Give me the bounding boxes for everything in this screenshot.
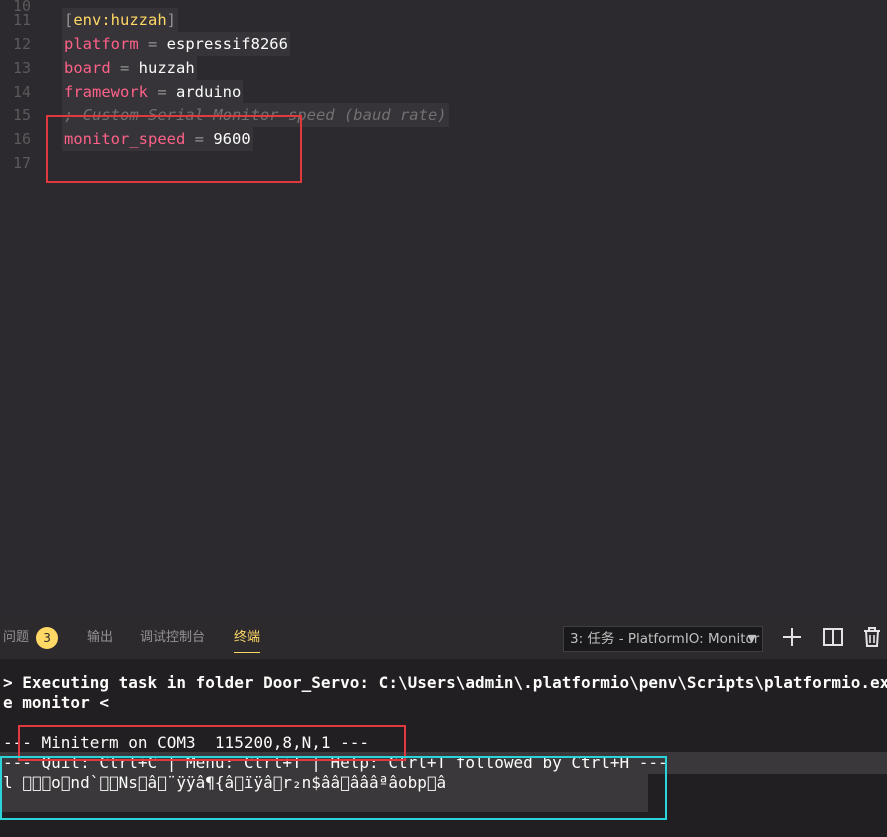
- code-token: espressif8266: [166, 35, 288, 53]
- trash-icon[interactable]: [860, 625, 884, 649]
- problems-count-badge: 3: [36, 626, 59, 649]
- highlight-box-monitor-speed: [46, 115, 302, 183]
- tab-label: 问题: [3, 630, 30, 645]
- chevron-down-icon: ▼: [747, 632, 756, 645]
- split-icon[interactable]: [821, 625, 845, 649]
- code-token: [: [64, 11, 74, 29]
- editor-line: 12 platform = espressif8266: [0, 32, 887, 56]
- code-token: =: [148, 83, 176, 101]
- code-text: board = huzzah: [62, 56, 197, 80]
- line-number: 16: [12, 130, 31, 148]
- tab-debug-console[interactable]: 调试控制台: [140, 617, 205, 659]
- code-token: env:huzzah: [73, 11, 167, 29]
- code-token: platform: [64, 35, 139, 53]
- tab-problems[interactable]: 问题 3: [3, 617, 59, 659]
- highlight-box-garbage-output: [0, 756, 667, 820]
- editor-line: 11 [env:huzzah]: [0, 8, 887, 32]
- code-text: platform = espressif8266: [62, 32, 290, 56]
- code-token: huzzah: [138, 59, 195, 77]
- terminal-line-task-wrap: e monitor <: [3, 693, 109, 712]
- editor-line: 13 board = huzzah: [0, 56, 887, 80]
- terminal-line-task: > Executing task in folder Door_Servo: C…: [3, 673, 887, 692]
- code-token: framework: [64, 83, 148, 101]
- code-token: =: [138, 35, 167, 53]
- line-number: 12: [12, 35, 31, 53]
- plus-icon[interactable]: [780, 625, 804, 649]
- active-tab-underline: [234, 652, 261, 653]
- code-text: [env:huzzah]: [62, 8, 179, 32]
- editor-line: 14 framework = arduino: [0, 80, 887, 104]
- terminal-select-value: 3: 任务 - PlatformIO: Monitor: [570, 631, 760, 647]
- tab-output[interactable]: 输出: [87, 617, 113, 659]
- code-token: arduino: [176, 83, 242, 101]
- tab-label: 调试控制台: [140, 630, 206, 645]
- line-number: 13: [12, 59, 31, 77]
- code-text: framework = arduino: [62, 80, 244, 104]
- code-editor[interactable]: 10 11 [env:huzzah] 12 platform = espressif82…: [0, 0, 887, 617]
- terminal-select[interactable]: 3: 任务 - PlatformIO: Monitor ▼: [563, 626, 763, 652]
- line-number: 11: [12, 11, 31, 29]
- panel-tabbar: 问题 3 输出 调试控制台 终端 3: 任务 - PlatformIO: Moni…: [0, 617, 887, 659]
- code-token: ]: [166, 11, 177, 29]
- tab-label: 输出: [87, 630, 114, 645]
- line-number: 15: [12, 106, 31, 124]
- tab-terminal[interactable]: 终端: [234, 617, 261, 659]
- line-number: 14: [12, 83, 31, 101]
- code-token: board: [64, 59, 111, 77]
- code-token: =: [110, 59, 139, 77]
- line-number: 17: [12, 154, 31, 172]
- tab-label: 终端: [234, 630, 261, 645]
